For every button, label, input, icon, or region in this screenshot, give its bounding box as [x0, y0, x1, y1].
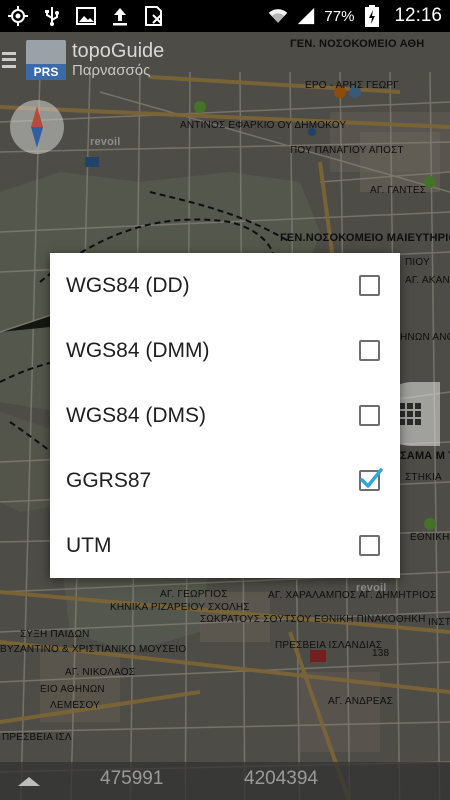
action-bar: PRS topoGuide Παρνασσός	[0, 32, 450, 88]
option-label: UTM	[66, 533, 112, 557]
app-subtitle: Παρνασσός	[72, 62, 151, 79]
option-checkbox-checked[interactable]	[359, 468, 383, 491]
gps-icon	[8, 6, 28, 26]
option-wgs84-dms[interactable]: WGS84 (DMS)	[50, 383, 400, 448]
checkmark-icon	[360, 468, 383, 488]
option-label: WGS84 (DMS)	[66, 403, 207, 427]
option-checkbox[interactable]	[359, 405, 380, 426]
option-wgs84-dd[interactable]: WGS84 (DD)	[50, 253, 400, 318]
battery-charging-icon	[362, 5, 382, 27]
status-bar: 77% 12:16	[0, 0, 450, 32]
compass-icon	[31, 106, 43, 148]
coordinate-x: 475991	[100, 768, 164, 789]
signal-icon	[296, 6, 316, 26]
coordinate-system-dialog: WGS84 (DD) WGS84 (DMM) WGS84 (DMS) GGRS8…	[50, 253, 400, 578]
option-checkbox[interactable]	[359, 275, 380, 296]
option-label: WGS84 (DD)	[66, 273, 190, 297]
no-sim-icon	[144, 6, 164, 26]
option-label: WGS84 (DMM)	[66, 338, 210, 362]
option-checkbox[interactable]	[359, 340, 380, 361]
option-ggrs87[interactable]: GGRS87	[50, 448, 400, 513]
battery-percent: 77%	[324, 7, 355, 25]
coordinate-bar: 475991 4204394	[0, 762, 450, 800]
app-title: topoGuide	[72, 40, 165, 62]
wifi-icon	[268, 6, 288, 26]
clock: 12:16	[394, 5, 442, 26]
image-icon	[76, 6, 96, 26]
expand-up-icon[interactable]	[18, 776, 40, 786]
usb-icon	[42, 6, 62, 26]
compass-button[interactable]	[10, 100, 64, 154]
upload-icon	[110, 6, 130, 26]
option-label: GGRS87	[66, 468, 152, 492]
grid-icon	[399, 403, 421, 425]
coordinate-y: 4204394	[244, 768, 318, 789]
option-wgs84-dmm[interactable]: WGS84 (DMM)	[50, 318, 400, 383]
app-logo[interactable]: PRS	[26, 40, 66, 80]
menu-icon[interactable]	[2, 50, 16, 70]
option-utm[interactable]: UTM	[50, 513, 400, 578]
app-logo-text: PRS	[26, 64, 66, 80]
option-checkbox[interactable]	[359, 535, 380, 556]
